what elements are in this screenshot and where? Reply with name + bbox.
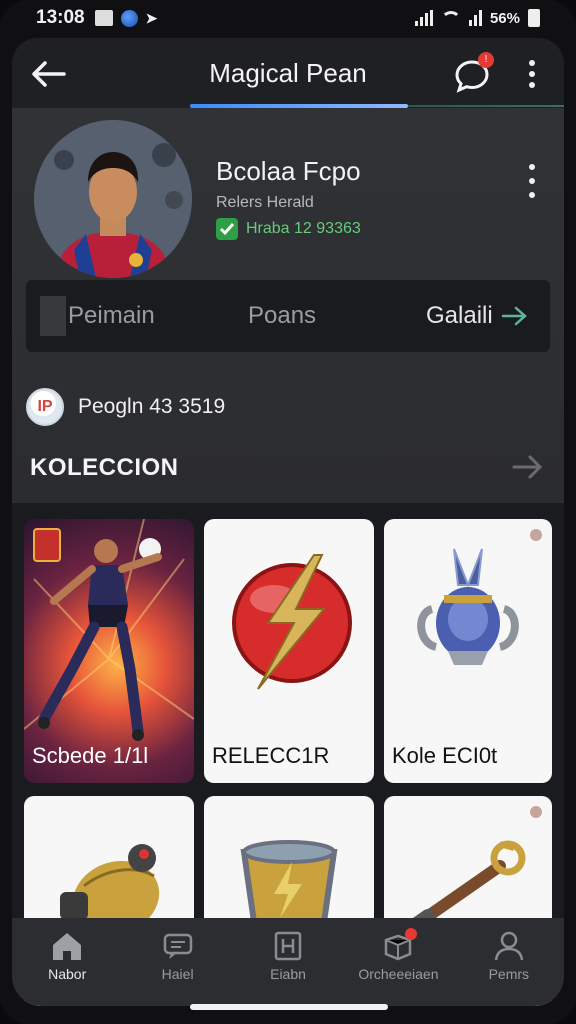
collection-card[interactable]: RELECC1R — [204, 519, 374, 783]
more-dot — [529, 192, 535, 198]
nav-item-gift[interactable]: Orcheeeiaen — [343, 918, 453, 1006]
more-dot — [529, 178, 535, 184]
check-icon — [216, 218, 238, 240]
nav-label: Pemrs — [488, 966, 530, 982]
signal-icon — [414, 10, 433, 26]
arrow-right-icon — [512, 455, 543, 479]
collection-more-button[interactable] — [508, 450, 548, 484]
points-text: Peogln 43 3519 — [78, 395, 226, 418]
card-label: RELECC1R — [212, 743, 330, 768]
verified-text: Hraba 12 93363 — [246, 220, 361, 237]
nav-item-grid[interactable]: Eiabn — [233, 918, 343, 1006]
segment-gallery-label: Galaili — [426, 302, 493, 329]
nav-item-profile[interactable]: Pemrs — [454, 918, 564, 1006]
collection-card[interactable]: Kole ECI0t — [384, 519, 552, 783]
player-avatar-image — [34, 120, 192, 278]
card-label: Scbede 1/1l — [32, 743, 149, 768]
signal-icon-2 — [468, 10, 482, 26]
more-dot — [529, 164, 535, 170]
nav-label: Nabor — [48, 966, 87, 982]
send-icon: ➤ — [145, 9, 158, 26]
status-bar: 13:08 ➤ 56% — [0, 0, 576, 36]
profile-subtitle: Relers Herald — [216, 194, 314, 211]
bottom-nav: Nabor Haiel Eiabn Orcheeeiaen Pemrs — [12, 918, 564, 1006]
status-time: 13:08 — [36, 7, 85, 28]
nav-item-chat[interactable]: Haiel — [122, 918, 232, 1006]
segment-marker — [40, 296, 66, 336]
arrow-left-icon — [32, 61, 66, 87]
globe-icon — [120, 9, 138, 27]
profile-name: Bcolaa Fcpo — [216, 156, 361, 186]
battery-icon — [528, 9, 540, 27]
chat-button[interactable]: ! — [452, 52, 496, 96]
app-container: Magical Pean ! Bcolaa Fcpo Relers Herald… — [12, 38, 564, 1006]
phone-screen: 13:08 ➤ 56% Magical Pean ! Bcolaa Fcpo R… — [0, 0, 576, 1024]
home-indicator[interactable] — [190, 1004, 388, 1010]
nav-label: Orcheeeiaen — [358, 966, 439, 982]
segment-premium[interactable]: Peimain — [68, 302, 155, 330]
app-bar: Magical Pean ! — [12, 38, 564, 108]
back-button[interactable] — [26, 52, 70, 96]
chat-badge: ! — [478, 52, 494, 68]
segment-points[interactable]: Poans — [248, 302, 316, 330]
points-row: IP Peogln 43 3519 — [26, 388, 225, 426]
more-menu-button[interactable] — [520, 54, 544, 94]
battery-percent: 56% — [489, 9, 520, 27]
collection-card[interactable]: Scbede 1/1l — [24, 519, 194, 783]
coin-icon: IP — [26, 388, 64, 426]
person-icon — [494, 931, 524, 961]
more-dot — [529, 60, 535, 66]
grid-icon — [274, 931, 302, 961]
profile-more-button[interactable] — [520, 164, 544, 198]
card-label: Kole ECI0t — [392, 743, 498, 768]
status-right: 56% — [414, 9, 540, 27]
arrow-right-icon — [501, 306, 527, 326]
notification-icon — [94, 10, 113, 26]
segment-gallery[interactable]: Galaili — [426, 302, 529, 330]
segment-bar: Peimain Poans Galaili — [26, 280, 550, 352]
page-title: Magical Pean — [209, 58, 367, 88]
home-icon — [53, 933, 82, 960]
avatar[interactable] — [34, 120, 192, 278]
tab-divider — [408, 105, 564, 107]
collection-title: KOLECCION — [30, 454, 179, 481]
more-dot — [529, 71, 535, 77]
chat-icon — [163, 933, 192, 959]
nav-label: Haiel — [161, 966, 194, 982]
verified-row: Hraba 12 93363 — [216, 218, 361, 240]
more-dot — [529, 82, 535, 88]
nav-item-home[interactable]: Nabor — [12, 918, 122, 1006]
nav-label: Eiabn — [270, 966, 306, 982]
wifi-icon — [440, 11, 461, 25]
